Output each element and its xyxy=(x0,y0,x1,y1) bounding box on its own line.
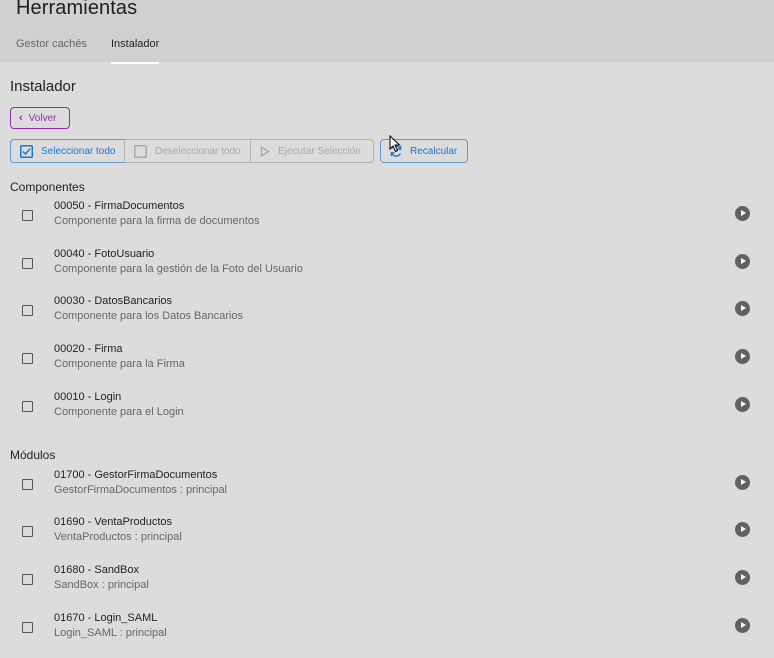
play-circle-icon[interactable] xyxy=(735,475,750,490)
chevron-left-icon: ‹ xyxy=(19,112,23,124)
back-button-label: Volver xyxy=(28,112,57,124)
checkbox[interactable] xyxy=(22,479,33,490)
component-description: Componente para la gestión de la Foto de… xyxy=(54,263,303,275)
play-circle-icon[interactable] xyxy=(735,349,750,364)
checkbox[interactable] xyxy=(22,401,33,412)
module-name: 01700 - GestorFirmaDocumentos xyxy=(54,469,218,481)
checkbox[interactable] xyxy=(22,258,33,269)
play-circle-icon[interactable] xyxy=(735,570,750,585)
component-row[interactable]: 00020 - Firma Componente para la Firma xyxy=(0,337,774,385)
module-description: SandBox : principal xyxy=(54,579,149,591)
checkbox[interactable] xyxy=(22,353,33,364)
play-circle-icon[interactable] xyxy=(735,254,750,269)
component-name: 00040 - FotoUsuario xyxy=(54,248,155,260)
page-title: Instalador xyxy=(10,78,76,95)
checkbox-empty-icon xyxy=(134,144,147,158)
main-content: Instalador ‹ Volver Seleccionar todo Des… xyxy=(0,62,774,658)
checkbox[interactable] xyxy=(22,574,33,585)
component-description: Componente para la Firma xyxy=(54,358,185,370)
components-section-title: Componentes xyxy=(10,180,85,194)
module-row[interactable]: 01680 - SandBox SandBox : principal xyxy=(0,558,774,606)
component-name: 00020 - Firma xyxy=(54,343,123,355)
module-name: 01680 - SandBox xyxy=(54,564,140,576)
selection-button-group: Seleccionar todo Deseleccionar todo Ejec… xyxy=(10,139,374,163)
app-title: Herramientas xyxy=(16,0,138,19)
play-circle-icon[interactable] xyxy=(735,301,750,316)
execute-selection-button[interactable]: Ejecutar Selección xyxy=(251,139,374,163)
component-row[interactable]: 00050 - FirmaDocumentos Componente para … xyxy=(0,194,774,242)
tab-gestor-caches[interactable]: Gestor cachés xyxy=(16,38,87,62)
execute-selection-label: Ejecutar Selección xyxy=(278,145,361,157)
checkbox-checked-icon xyxy=(20,144,33,158)
checkbox[interactable] xyxy=(22,305,33,316)
component-description: Componente para los Datos Bancarios xyxy=(54,310,243,322)
modules-section-title: Módulos xyxy=(10,448,56,462)
component-row[interactable]: 00040 - FotoUsuario Componente para la g… xyxy=(0,242,774,290)
module-description: VentaProductos : principal xyxy=(54,531,182,543)
module-name: 01670 - Login_SAML xyxy=(54,612,158,624)
component-description: Componente para el Login xyxy=(54,406,184,418)
checkbox[interactable] xyxy=(22,210,33,221)
app-header: Herramientas Gestor cachés Instalador xyxy=(0,0,774,64)
checkbox[interactable] xyxy=(22,526,33,537)
deselect-all-label: Deseleccionar todo xyxy=(155,145,241,157)
play-circle-icon[interactable] xyxy=(735,397,750,412)
module-row[interactable]: 01700 - GestorFirmaDocumentos GestorFirm… xyxy=(0,463,774,511)
component-name: 00050 - FirmaDocumentos xyxy=(54,200,185,212)
mouse-cursor-icon xyxy=(389,135,401,153)
component-description: Componente para la firma de documentos xyxy=(54,215,260,227)
module-name: 01690 - VentaProductos xyxy=(54,516,173,528)
play-circle-icon[interactable] xyxy=(735,618,750,633)
component-name: 00030 - DatosBancarios xyxy=(54,295,173,307)
module-row[interactable]: 01690 - VentaProductos VentaProductos : … xyxy=(0,510,774,558)
module-description: Login_SAML : principal xyxy=(54,627,167,639)
play-circle-icon[interactable] xyxy=(735,206,750,221)
recalculate-label: Recalcular xyxy=(410,145,458,157)
module-description: GestorFirmaDocumentos : principal xyxy=(54,484,228,496)
component-row[interactable]: 00030 - DatosBancarios Componente para l… xyxy=(0,289,774,337)
play-circle-icon[interactable] xyxy=(735,522,750,537)
tab-instalador[interactable]: Instalador xyxy=(111,38,160,64)
component-row[interactable]: 00010 - Login Componente para el Login xyxy=(0,385,774,433)
module-row[interactable]: 01670 - Login_SAML Login_SAML : principa… xyxy=(0,606,774,654)
back-button[interactable]: ‹ Volver xyxy=(10,107,70,129)
select-all-button[interactable]: Seleccionar todo xyxy=(10,139,125,163)
select-all-label: Seleccionar todo xyxy=(41,145,116,157)
play-outline-icon xyxy=(260,145,270,157)
component-name: 00010 - Login xyxy=(54,391,122,403)
checkbox[interactable] xyxy=(22,622,33,633)
deselect-all-button[interactable]: Deseleccionar todo xyxy=(125,139,251,163)
